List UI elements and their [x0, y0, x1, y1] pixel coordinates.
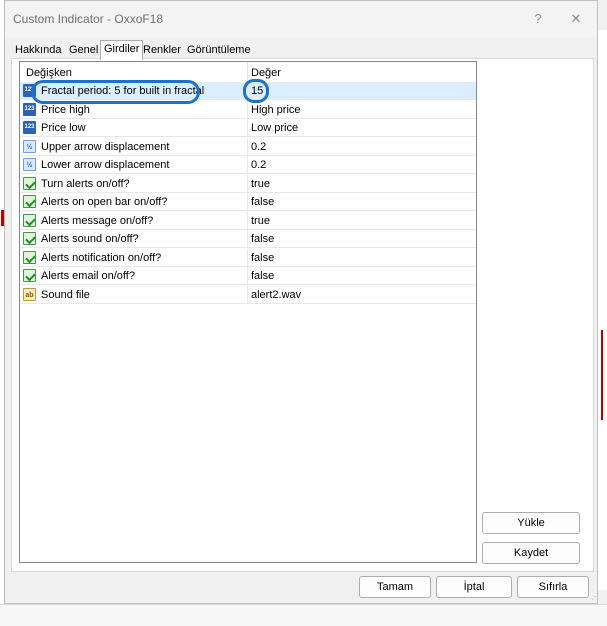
variable-value[interactable]: 0.2 [251, 141, 266, 153]
cell-divider [247, 156, 248, 174]
fraction-icon: ½ [23, 158, 36, 171]
variable-name: Sound file [41, 288, 90, 301]
tab-about[interactable]: Hakkında [12, 43, 64, 58]
grid-row[interactable]: Alerts email on/off? false [20, 267, 476, 285]
string-icon: ab [23, 287, 36, 301]
cell-divider [247, 267, 248, 285]
background-chart-right [598, 30, 607, 590]
cell-divider [247, 119, 248, 137]
cell-divider [247, 137, 248, 156]
variable-name: Price low [41, 122, 86, 134]
variable-value[interactable]: Low price [251, 122, 298, 134]
variable-name: Alerts message on/off? [41, 214, 154, 227]
boolean-icon [23, 269, 36, 282]
variable-value[interactable]: false [251, 270, 274, 282]
load-button[interactable]: Yükle [482, 512, 580, 534]
tab-general[interactable]: Genel [66, 43, 101, 58]
annotation-circle-variable [31, 80, 200, 104]
help-button[interactable]: ? [525, 9, 551, 29]
integer-icon: 123 [23, 121, 36, 134]
ok-button[interactable]: Tamam [359, 576, 431, 598]
boolean-icon [23, 213, 36, 227]
chart-candle [601, 330, 603, 420]
background-app-strip [0, 604, 607, 626]
grid-row[interactable]: 123 Price low Low price [20, 119, 476, 137]
column-header-variable[interactable]: Değişken [26, 67, 72, 79]
close-button[interactable]: ✕ [563, 9, 589, 29]
cell-divider [247, 285, 248, 304]
fraction-icon: ½ [23, 139, 36, 153]
cell-divider [247, 100, 248, 119]
variable-value[interactable]: false [251, 233, 274, 245]
grid-row[interactable]: ab Sound file alert2.wav [20, 285, 476, 304]
grid-row[interactable]: ½ Lower arrow displacement 0.2 [20, 156, 476, 174]
variable-name: Alerts on open bar on/off? [41, 196, 168, 208]
variable-name: Turn alerts on/off? [41, 177, 130, 190]
cell-divider [247, 230, 248, 248]
variable-value[interactable]: 0.2 [251, 159, 266, 171]
cell-divider [247, 248, 248, 267]
variable-name: Alerts notification on/off? [41, 251, 162, 264]
variable-name: Alerts sound on/off? [41, 233, 139, 245]
variable-name: Alerts email on/off? [41, 270, 135, 282]
reset-button[interactable]: Sıfırla [517, 576, 589, 598]
variable-value[interactable]: true [251, 215, 270, 227]
window-title: Custom Indicator - OxxoF18 [13, 12, 164, 26]
cancel-button[interactable]: İptal [436, 576, 512, 598]
grid-row[interactable]: ½ Upper arrow displacement 0.2 [20, 137, 476, 156]
column-header-value[interactable]: Değer [251, 67, 281, 79]
tab-colors[interactable]: Renkler [140, 43, 184, 58]
grid-row[interactable]: Turn alerts on/off? true [20, 174, 476, 193]
cell-divider [247, 193, 248, 211]
inputs-grid[interactable]: Değişken Değer 123 Fractal period: 5 for … [19, 61, 477, 563]
variable-name: Lower arrow displacement [41, 159, 170, 171]
title-bar[interactable]: Custom Indicator - OxxoF18 ? ✕ [5, 1, 597, 37]
variable-value[interactable]: true [251, 178, 270, 190]
cell-divider [247, 174, 248, 193]
cell-divider [247, 211, 248, 230]
variable-value[interactable]: alert2.wav [251, 289, 301, 301]
variable-name: Upper arrow displacement [41, 140, 170, 153]
variable-value[interactable]: false [251, 196, 274, 208]
grid-row[interactable]: Alerts notification on/off? false [20, 248, 476, 267]
boolean-icon [23, 176, 36, 190]
boolean-icon [23, 250, 36, 264]
integer-icon: 123 [23, 102, 36, 116]
variable-value[interactable]: false [251, 252, 274, 264]
grid-row[interactable]: Alerts sound on/off? false [20, 230, 476, 248]
boolean-icon [23, 195, 36, 208]
boolean-icon [23, 232, 36, 245]
variable-name: Price high [41, 103, 90, 116]
tab-inputs[interactable]: Girdiler [100, 40, 144, 60]
variable-value[interactable]: High price [251, 104, 301, 116]
custom-indicator-dialog: Custom Indicator - OxxoF18 ? ✕ Hakkında … [4, 0, 599, 604]
column-divider[interactable] [247, 62, 248, 82]
resize-grip-icon[interactable]: ⋰ [591, 593, 599, 601]
save-button[interactable]: Kaydet [482, 542, 580, 564]
tab-display[interactable]: Görüntüleme [184, 43, 254, 58]
grid-row[interactable]: Alerts message on/off? true [20, 211, 476, 230]
annotation-circle-value [243, 79, 269, 103]
grid-row[interactable]: Alerts on open bar on/off? false [20, 193, 476, 211]
